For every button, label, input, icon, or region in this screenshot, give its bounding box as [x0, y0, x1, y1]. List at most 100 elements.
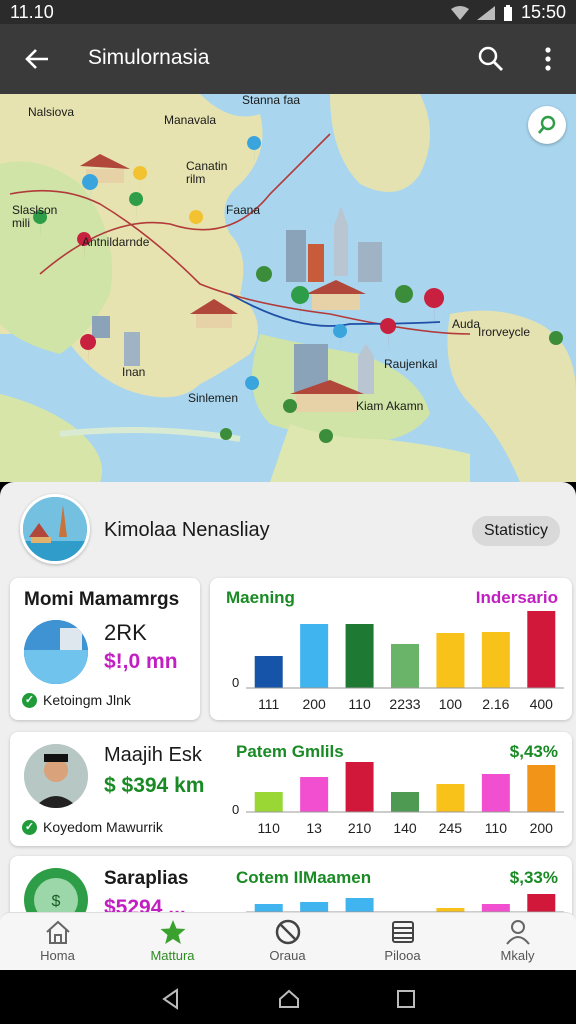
x-tick-label: 110	[258, 820, 281, 836]
map-label: Irorveycle	[478, 325, 531, 339]
x-tick-label: 2.16	[482, 696, 509, 712]
nav-label: Oraua	[269, 948, 306, 963]
search-icon	[538, 115, 556, 134]
map-label: Slaslson mili	[12, 203, 58, 230]
recents-square-icon[interactable]	[396, 989, 416, 1009]
check-icon: ✓	[22, 692, 37, 708]
card-metric: 2RK	[104, 620, 147, 645]
profile-name: Kimolaa Nenasliay	[104, 519, 270, 541]
map-view[interactable]: Nalsiova Stanna faa Manavala Canatin ril…	[0, 94, 576, 482]
nav-label: Mattura	[150, 948, 195, 963]
chart-bar	[527, 765, 556, 812]
stack-icon	[391, 921, 414, 943]
system-navigation	[0, 970, 576, 1024]
chart-bar	[254, 792, 283, 812]
person-icon	[505, 920, 530, 945]
back-triangle-icon[interactable]	[160, 988, 182, 1010]
map-label: Antnildarnde	[82, 235, 150, 249]
nav-item-home[interactable]: Homa	[0, 913, 115, 971]
nav-item-featured[interactable]: Mattura	[115, 913, 230, 971]
chart-bar	[345, 624, 374, 688]
pool-image	[24, 620, 88, 684]
map-label: Inan	[122, 365, 146, 379]
avatar[interactable]	[20, 494, 90, 564]
summary-card[interactable]: Momi Mamamrgs 2RK $!,0 mn ✓ Ketoingm Jln…	[10, 578, 200, 720]
x-tick-label: 100	[439, 696, 463, 712]
temple-image	[23, 497, 87, 561]
chart-bar	[436, 633, 465, 688]
chart-subtitle: Indersario	[475, 588, 558, 607]
nav-item-blocked[interactable]: Oraua	[230, 913, 345, 971]
x-tick-label: 200	[530, 820, 554, 836]
chart-bar	[300, 777, 329, 812]
chart-bar	[391, 644, 419, 688]
home-icon[interactable]	[277, 987, 301, 1011]
card-footer-text: Koyedom Mawurrik	[43, 819, 163, 835]
signal-icon	[476, 5, 495, 20]
nav-item-stack[interactable]: Pilooa	[345, 913, 460, 971]
chart-title: Maening	[226, 588, 295, 607]
person-photo	[24, 744, 88, 808]
app-bar: Simulornasia	[0, 24, 576, 94]
chart-subtitle: $,43%	[509, 742, 558, 761]
star-icon	[160, 920, 185, 944]
card-title: Saraplias	[104, 868, 189, 889]
card-footer: ✓ Koyedom Mawurrik	[22, 819, 163, 835]
nav-label: Pilooa	[384, 948, 421, 963]
x-tick-label: 200	[302, 696, 326, 712]
card-footer-text: Ketoingm Jlnk	[43, 692, 131, 708]
chart-bar	[300, 902, 329, 912]
map-label: Canatin rilm	[186, 159, 228, 186]
summary-card-wide[interactable]: Maajih Esk $ $394 km ✓ Koyedom Mawurrik …	[10, 732, 572, 846]
card-title: Maajih Esk	[104, 744, 202, 766]
map-label: Kiam Akamn	[356, 399, 424, 413]
back-arrow-icon[interactable]	[22, 44, 52, 74]
map-illustration	[0, 94, 576, 482]
map-label: Raujenkal	[384, 357, 438, 371]
x-tick-label: 13	[306, 820, 322, 836]
axis-zero-label: 0	[232, 802, 240, 817]
map-label: Auda	[452, 317, 481, 331]
map-label: Manavala	[164, 113, 217, 127]
nav-label: Mkaly	[500, 948, 535, 963]
search-icon[interactable]	[476, 44, 506, 74]
nav-label: Homa	[40, 948, 75, 963]
chart-bar	[481, 774, 510, 812]
map-label: Stanna faa	[242, 94, 301, 107]
statistics-chip[interactable]: Statisticy	[471, 516, 560, 546]
map-label: Sinlemen	[188, 391, 239, 405]
more-vert-icon[interactable]	[538, 44, 558, 74]
map-label: Nalsiova	[28, 105, 75, 119]
card-title: Momi Mamamrgs	[24, 589, 180, 610]
person-thumbnail	[24, 744, 88, 808]
details-sheet: Kimolaa Nenasliay Statisticy Momi Mamamr…	[0, 482, 576, 970]
chart-bar	[436, 784, 465, 812]
chart-bar	[254, 904, 283, 912]
card-value: $!,0 mn	[104, 650, 178, 673]
map-label: Faana	[226, 203, 261, 217]
x-tick-label: 400	[530, 696, 554, 712]
map-search-button[interactable]	[528, 106, 566, 144]
x-tick-label: 110	[348, 696, 371, 712]
check-icon: ✓	[22, 819, 37, 835]
chart-bar	[345, 762, 374, 812]
chart-card[interactable]: Maening Indersario 0 111 200 110 2233 100 2.1…	[210, 578, 572, 720]
page-title: Simulornasia	[88, 46, 210, 69]
x-tick-label: 2233	[389, 696, 420, 712]
status-bar: 11.10 15:50	[0, 0, 576, 24]
chart-bar	[481, 904, 510, 912]
chart-title: Patem Gmlils	[236, 742, 344, 761]
card-footer: ✓ Ketoingm Jlnk	[22, 692, 131, 708]
nav-item-profile[interactable]: Mkaly	[460, 913, 575, 971]
chart-bar	[481, 632, 510, 688]
x-tick-label: 210	[348, 820, 372, 836]
battery-icon	[503, 4, 512, 21]
axis-zero-label: 0	[232, 675, 240, 690]
profile-header: Kimolaa Nenasliay Statisticy	[0, 482, 576, 576]
wifi-icon	[450, 5, 469, 20]
blocked-circle-icon	[275, 919, 300, 945]
bar-chart: 111 200 110 2233 100 2.16 400	[246, 611, 564, 712]
bottom-navigation: Homa Mattura Oraua Pilooa Mkaly	[0, 912, 576, 970]
chart-bar	[300, 624, 329, 688]
bar-chart: 110 13 210 140 245 110 200	[246, 762, 564, 836]
